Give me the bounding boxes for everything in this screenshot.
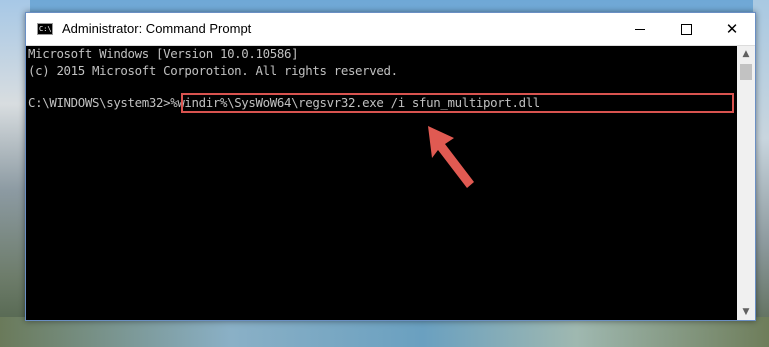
console-prompt: C:\WINDOWS\system32>	[28, 95, 171, 110]
command-highlight-box	[181, 93, 734, 113]
console-line-version: Microsoft Windows [Version 10.0.10586]	[28, 46, 299, 61]
maximize-icon	[680, 23, 692, 35]
command-prompt-icon[interactable]: C:\	[37, 23, 53, 35]
red-arrow-annotation	[428, 126, 474, 188]
title-bar[interactable]: C:\ Administrator: Command Prompt ✕	[26, 13, 755, 46]
command-prompt-window[interactable]: C:\ Administrator: Command Prompt ✕ Micr…	[25, 12, 756, 321]
arrow-icon	[428, 126, 474, 188]
scroll-up-icon[interactable]: ▲	[737, 46, 755, 62]
console-output[interactable]: Microsoft Windows [Version 10.0.10586] (…	[26, 46, 737, 320]
console-line-copyright: (c) 2015 Microsoft Corporotion. All righ…	[28, 63, 398, 78]
close-button[interactable]: ✕	[709, 13, 755, 45]
vertical-scrollbar[interactable]: ▲ ▼	[737, 46, 755, 320]
minimize-icon	[635, 29, 645, 30]
scroll-down-icon[interactable]: ▼	[737, 304, 755, 320]
window-title: Administrator: Command Prompt	[62, 21, 252, 36]
scrollbar-thumb[interactable]	[740, 64, 752, 80]
desktop-wallpaper-bottom	[0, 317, 769, 347]
maximize-button[interactable]	[663, 13, 709, 45]
close-icon: ✕	[725, 19, 739, 38]
minimize-button[interactable]	[617, 13, 663, 45]
